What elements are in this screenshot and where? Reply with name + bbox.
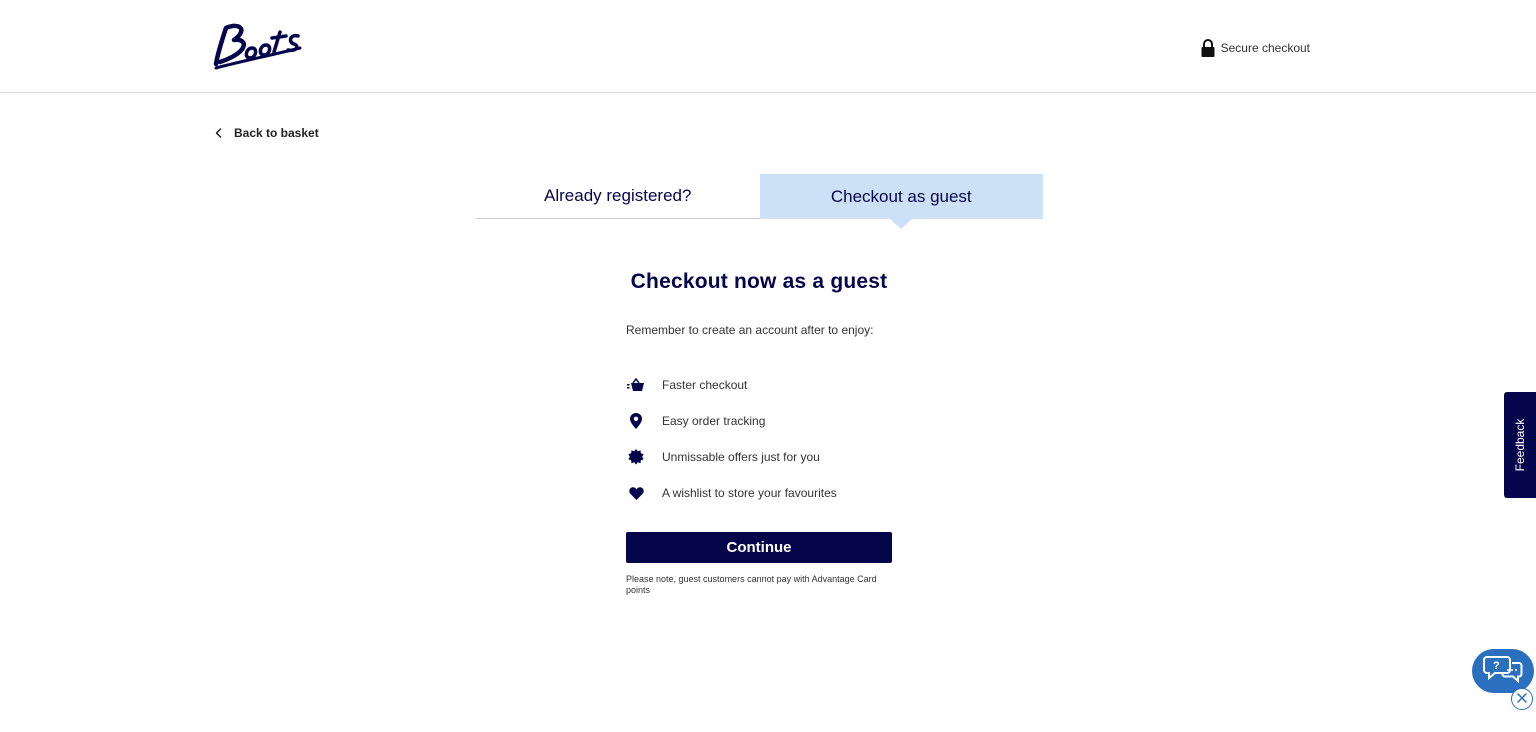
lock-icon — [1200, 38, 1216, 58]
feedback-tab[interactable]: Feedback — [1504, 392, 1536, 498]
benefit-label: Easy order tracking — [662, 414, 766, 428]
back-to-basket-link[interactable]: Back to basket — [212, 126, 319, 140]
benefit-item: A wishlist to store your favourites — [626, 475, 892, 511]
benefit-item: Easy order tracking — [626, 403, 892, 439]
guest-intro-text: Remember to create an account after to e… — [626, 323, 874, 337]
benefit-label: Unmissable offers just for you — [662, 450, 820, 464]
chevron-left-icon — [212, 126, 226, 140]
boots-logo-mark — [213, 23, 302, 70]
tab-already-registered[interactable]: Already registered? — [476, 174, 760, 219]
offer-badge-icon — [626, 448, 646, 466]
benefit-label: A wishlist to store your favourites — [662, 486, 837, 500]
benefit-item: Faster checkout — [626, 367, 892, 403]
benefit-label: Faster checkout — [662, 378, 748, 392]
tab-checkout-as-guest-label: Checkout as guest — [830, 186, 972, 206]
chat-button[interactable]: ? — [1472, 649, 1534, 693]
benefit-item: Unmissable offers just for you — [626, 439, 892, 475]
checkout-tabs: Already registered? Checkout as guest — [476, 174, 1043, 229]
secure-checkout-label: Secure checkout — [1220, 41, 1310, 55]
benefits-list: Faster checkout Easy order tracking Unmi… — [626, 367, 892, 511]
active-tab-pointer — [890, 219, 913, 229]
feedback-label: Feedback — [1513, 418, 1527, 472]
basket-icon — [626, 376, 646, 394]
heart-icon — [626, 484, 646, 502]
boots-logo[interactable] — [208, 18, 308, 74]
chat-close-button[interactable] — [1511, 688, 1533, 710]
guest-panel-title: Checkout now as a guest — [630, 270, 888, 293]
continue-button[interactable]: Continue — [626, 532, 892, 563]
close-icon — [1517, 690, 1527, 708]
tab-already-registered-label: Already registered? — [544, 186, 692, 205]
chat-bubbles-icon: ? — [1483, 654, 1523, 689]
tab-checkout-as-guest[interactable]: Checkout as guest — [759, 174, 1043, 229]
location-pin-icon — [626, 412, 646, 430]
svg-text:?: ? — [1493, 660, 1500, 672]
back-to-basket-label: Back to basket — [234, 126, 319, 140]
advantage-card-note: Please note, guest customers cannot pay … — [626, 574, 877, 595]
guest-checkout-panel: Checkout now as a guest Remember to crea… — [626, 270, 892, 596]
secure-checkout: Secure checkout — [1200, 38, 1310, 58]
site-header: Secure checkout — [0, 0, 1536, 93]
